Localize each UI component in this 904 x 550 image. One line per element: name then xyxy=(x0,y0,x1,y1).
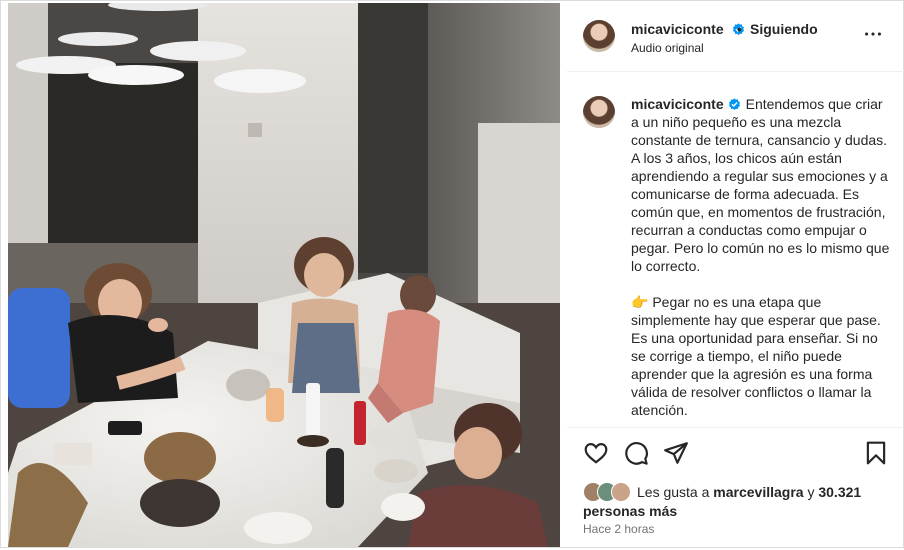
reel-video[interactable] xyxy=(8,3,560,547)
likes-conjunction: y xyxy=(807,484,815,500)
post-caption: micaviciconte Entendemos que criar a un n… xyxy=(567,72,904,427)
likes-summary: Les gusta a marcevillagra y 30.321 perso… xyxy=(583,482,888,520)
caption-author-avatar[interactable] xyxy=(583,96,615,128)
liker-avatars xyxy=(583,482,633,502)
author-username[interactable]: micaviciconte xyxy=(631,21,724,37)
post-header: micaviciconte • Siguiendo Audio original xyxy=(567,1,904,72)
video-frame xyxy=(8,3,560,547)
caption-text: Entendemos que criar a un niño pequeño e… xyxy=(631,96,890,418)
post-timestamp[interactable]: Hace 2 horas xyxy=(583,522,654,536)
heart-icon[interactable] xyxy=(583,440,609,466)
liker-avatar xyxy=(611,482,631,502)
first-liker-link[interactable]: marcevillagra xyxy=(713,484,803,500)
caption-body: micaviciconte Entendemos que criar a un n… xyxy=(631,95,893,419)
following-button[interactable]: Siguiendo xyxy=(750,21,818,37)
comment-icon[interactable] xyxy=(623,440,649,466)
caption-username[interactable]: micaviciconte xyxy=(631,96,724,112)
post-side-panel: micaviciconte • Siguiendo Audio original… xyxy=(567,1,904,549)
author-avatar[interactable] xyxy=(583,20,615,52)
verified-icon xyxy=(728,98,740,111)
more-options-icon[interactable] xyxy=(862,23,884,45)
original-audio-link[interactable]: Audio original xyxy=(631,41,704,55)
header-separator: • xyxy=(737,21,742,37)
bookmark-icon[interactable] xyxy=(863,440,889,466)
likes-prefix: Les gusta a xyxy=(637,484,710,500)
post-dialog: micaviciconte • Siguiendo Audio original… xyxy=(0,0,904,548)
author-name-group: micaviciconte xyxy=(631,21,745,39)
share-icon[interactable] xyxy=(663,440,689,466)
post-actions: Les gusta a marcevillagra y 30.321 perso… xyxy=(567,427,904,550)
